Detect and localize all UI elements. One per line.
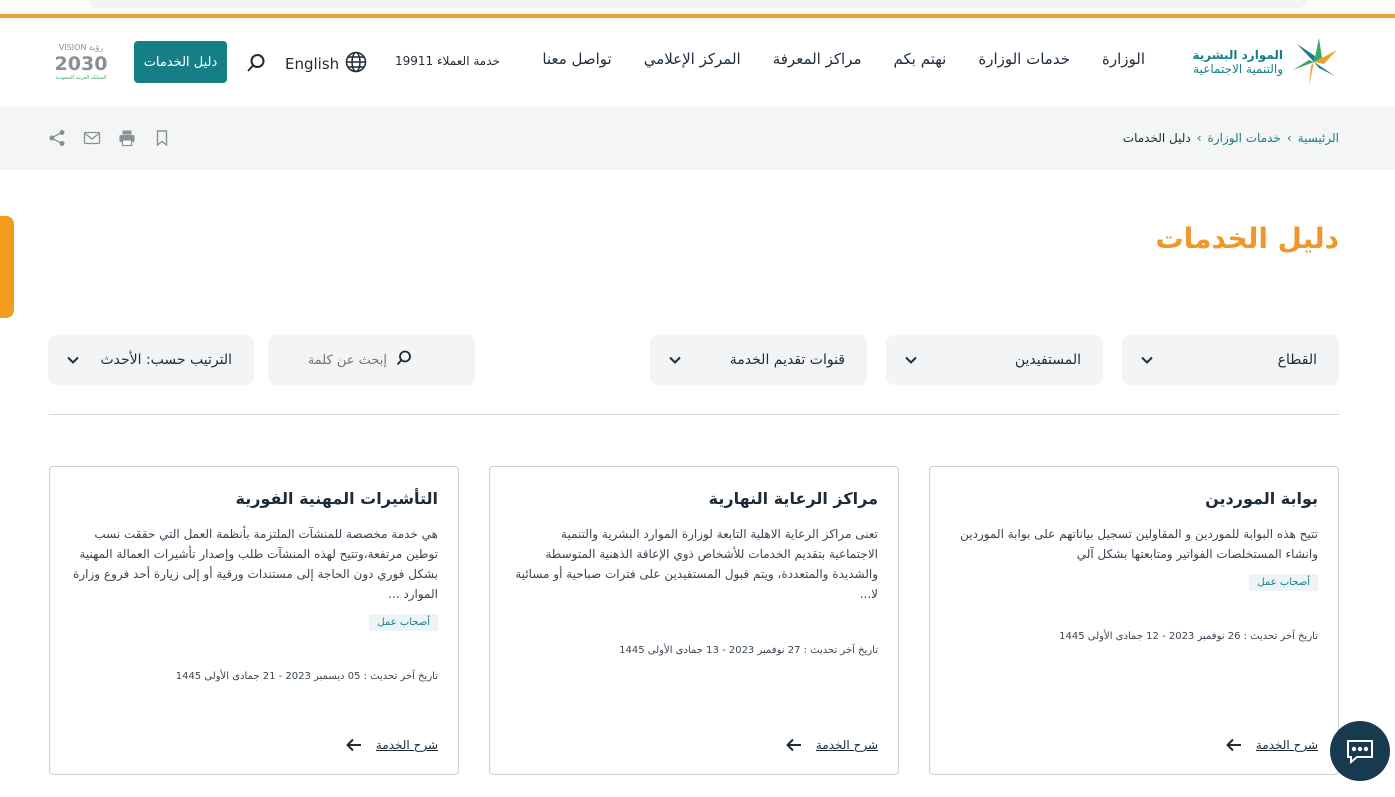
search-icon (395, 349, 413, 371)
ministry-logo-text: الموارد البشرية والتنمية الاجتماعية (1192, 48, 1283, 76)
card-title[interactable]: بوابة الموردين (950, 489, 1318, 508)
services-guide-button[interactable]: دليل الخدمات (134, 41, 227, 83)
share-icon[interactable] (48, 129, 66, 147)
page-title: دليل الخدمات (1155, 222, 1339, 255)
breadcrumb-separator: › (1196, 131, 1202, 145)
chat-icon (1330, 740, 1390, 785)
arrow-left-icon (785, 738, 802, 752)
breadcrumb-home[interactable]: الرئيسية (1298, 131, 1339, 145)
nav-contact-us[interactable]: تواصل معنا (542, 50, 611, 68)
language-switch[interactable]: English (285, 51, 367, 77)
ministry-logo-mark (1289, 36, 1339, 88)
globe-icon (345, 51, 367, 77)
service-details-link[interactable]: شرح الخدمة (345, 738, 438, 752)
language-label: English (285, 55, 340, 73)
breadcrumb-current: دليل الخدمات (1122, 131, 1191, 145)
channels-filter-label: قنوات تقديم الخدمة (729, 352, 845, 368)
top-search-pill (88, 0, 1308, 8)
search-icon[interactable] (245, 52, 267, 74)
vision-year-text: 2030 (55, 53, 108, 75)
customer-care-number[interactable]: خدمة العملاء 19911 (395, 54, 500, 68)
beneficiaries-filter-label: المستفيدين (1014, 352, 1081, 368)
sector-filter-label: القطاع (1277, 352, 1317, 368)
card-description: تتيح هذه البوابة للموردين و المقاولين تس… (960, 527, 1318, 561)
nav-ministry-services[interactable]: خدمات الوزارة (978, 50, 1070, 68)
bookmark-icon[interactable] (153, 129, 171, 147)
service-card[interactable]: التأشيرات المهنية الفورية هي خدمة مخصصة … (49, 466, 459, 775)
print-icon[interactable] (118, 129, 136, 147)
logo-line1: الموارد البشرية (1192, 48, 1283, 62)
chevron-down-icon (668, 353, 682, 367)
chevron-down-icon (66, 353, 80, 367)
nav-ministry[interactable]: الوزارة (1102, 50, 1145, 68)
vision-2030-logo: VISION رؤية 2030 المملكة العربية السعودي… (48, 40, 114, 86)
nav-media-center[interactable]: المركز الإعلامي (644, 50, 741, 68)
vision-sub-text: المملكة العربية السعودية (55, 75, 106, 81)
channels-filter[interactable]: قنوات تقديم الخدمة (650, 335, 867, 385)
card-badge: أصحاب عمل (1249, 574, 1318, 591)
logo-line2: والتنمية الاجتماعية (1193, 62, 1283, 76)
card-updated: تاريخ آخر تحديث : 26 نوفمبر 2023 - 12 جم… (1059, 631, 1318, 642)
card-badge: أصحاب عمل (369, 614, 438, 631)
main-nav: الوزارة خدمات الوزارة نهتم بكم مراكز الم… (542, 50, 1145, 68)
service-details-label: شرح الخدمة (1255, 738, 1318, 752)
service-details-label: شرح الخدمة (375, 738, 438, 752)
breadcrumb-separator: › (1286, 131, 1292, 145)
card-description: تعنى مراكز الرعاية الاهلية التابعة لوزار… (515, 527, 878, 601)
card-updated: تاريخ آخر تحديث : 05 ديسمبر 2023 - 21 جم… (175, 671, 438, 682)
page-tools (48, 129, 171, 147)
arrow-left-icon (1225, 738, 1242, 752)
breadcrumb-ministry-services[interactable]: خدمات الوزارة (1208, 131, 1281, 145)
top-strip (0, 0, 1395, 18)
site-header: الموارد البشرية والتنمية الاجتماعية الوز… (0, 18, 1395, 107)
keyword-search (268, 335, 475, 385)
beneficiaries-filter[interactable]: المستفيدين (886, 335, 1103, 385)
nav-knowledge-centers[interactable]: مراكز المعرفة (773, 50, 862, 68)
sector-filter[interactable]: القطاع (1122, 335, 1339, 385)
chat-button[interactable] (1330, 721, 1390, 781)
arrow-left-icon (345, 738, 362, 752)
search-input[interactable] (297, 352, 387, 368)
service-details-link[interactable]: شرح الخدمة (1225, 738, 1318, 752)
service-details-link[interactable]: شرح الخدمة (785, 738, 878, 752)
chevron-down-icon (1140, 353, 1154, 367)
sort-select[interactable]: الترتيب حسب: الأحدث (48, 335, 254, 385)
card-description: هي خدمة مخصصة للمنشآت الملتزمة بأنظمة ال… (73, 527, 438, 601)
card-title[interactable]: مراكز الرعاية النهارية (510, 489, 878, 508)
card-title[interactable]: التأشيرات المهنية الفورية (70, 489, 438, 508)
breadcrumb: الرئيسية › خدمات الوزارة › دليل الخدمات (1123, 131, 1339, 145)
chevron-down-icon (904, 353, 918, 367)
mail-icon[interactable] (83, 129, 101, 147)
vision-top-text: VISION رؤية (59, 43, 103, 52)
service-card[interactable]: بوابة الموردين تتيح هذه البوابة للموردين… (929, 466, 1339, 775)
sort-label: الترتيب حسب: الأحدث (100, 352, 232, 368)
service-card[interactable]: مراكز الرعاية النهارية تعنى مراكز الرعاي… (489, 466, 899, 775)
service-details-label: شرح الخدمة (815, 738, 878, 752)
card-updated: تاريخ آخر تحديث : 27 نوفمبر 2023 - 13 جم… (619, 645, 878, 656)
breadcrumb-bar: الرئيسية › خدمات الوزارة › دليل الخدمات (0, 107, 1395, 170)
filters-divider (49, 414, 1339, 415)
ministry-logo[interactable]: الموارد البشرية والتنمية الاجتماعية (1192, 36, 1339, 88)
nav-we-care[interactable]: نهتم بكم (894, 50, 947, 68)
side-feedback-tab[interactable] (0, 216, 14, 318)
